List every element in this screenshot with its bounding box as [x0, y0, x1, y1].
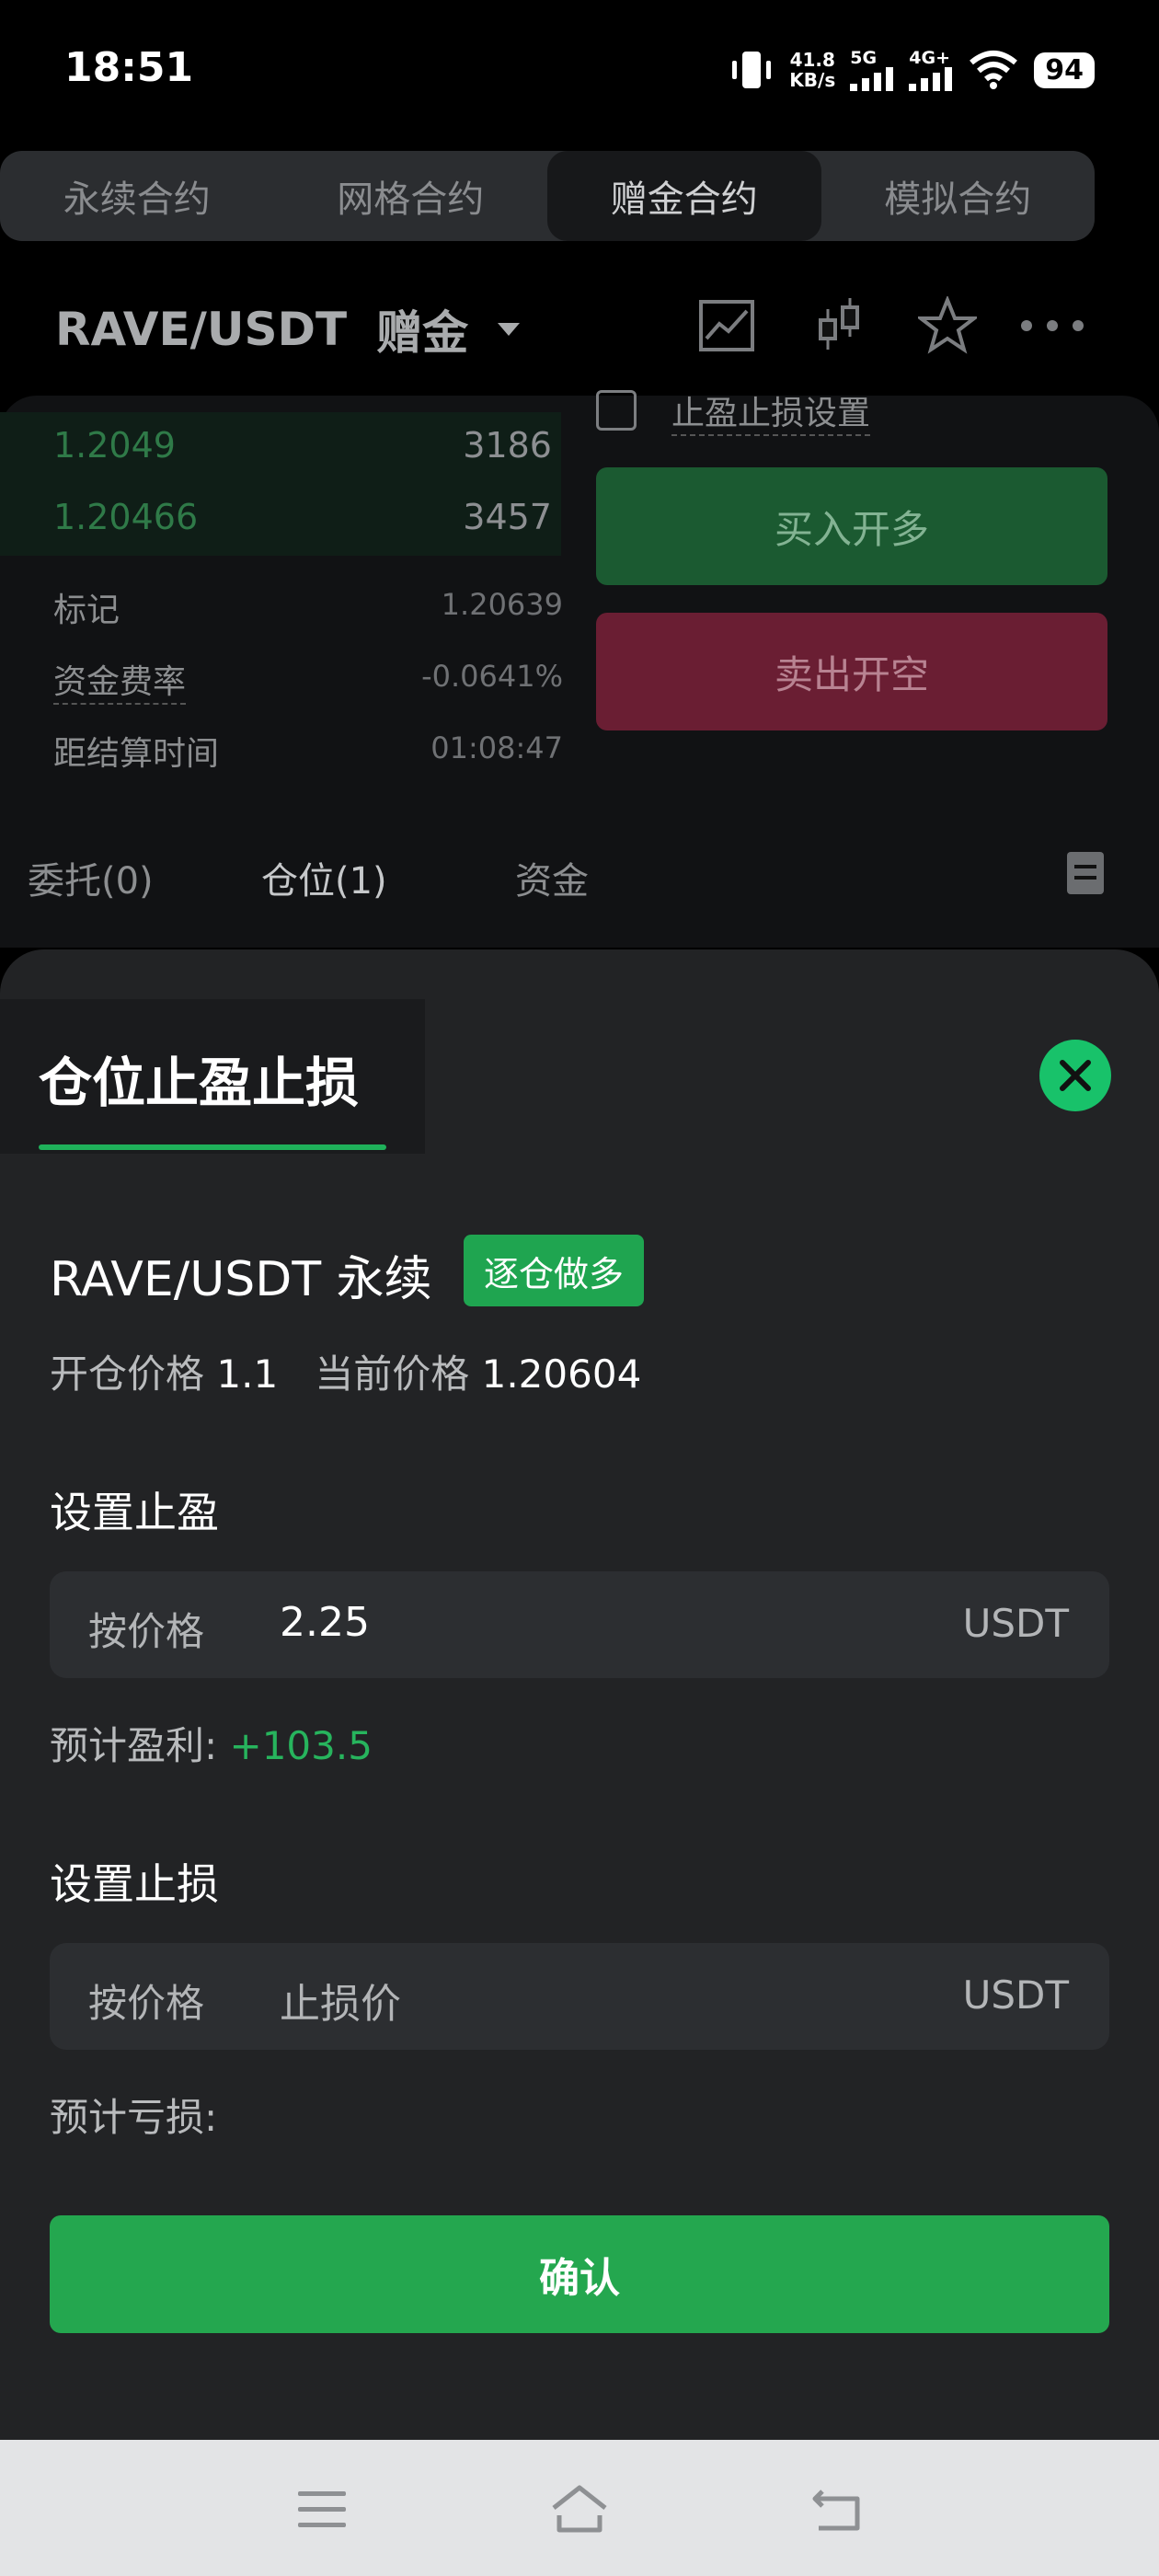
current-price-value: 1.20604 [481, 1351, 642, 1397]
close-button[interactable] [1039, 1040, 1111, 1111]
home-icon[interactable] [550, 2484, 609, 2536]
funding-rate-label[interactable]: 资金费率 [53, 655, 187, 705]
contract-tabs: 永续合约 网格合约 赠金合约 模拟合约 [0, 151, 1095, 241]
tab-positions[interactable]: 仓位(1) [261, 851, 387, 904]
status-time: 18:51 [64, 44, 194, 91]
orderbook-qty: 3186 [463, 425, 552, 466]
tab-orders[interactable]: 委托(0) [28, 851, 154, 904]
signal-icon [850, 67, 894, 91]
tab-perpetual[interactable]: 永续合约 [0, 151, 274, 241]
net-type-1: 5G [850, 48, 878, 68]
stop-loss-unit: USDT [962, 1972, 1069, 2018]
price-line: 开仓价格 1.1 当前价格 1.20604 [50, 1343, 641, 1399]
orderbook-qty: 3457 [463, 497, 552, 537]
vibrate-icon [732, 52, 772, 88]
settlement-time-label: 距结算时间 [53, 735, 220, 773]
estimated-loss: 预计亏损: [50, 2087, 217, 2143]
menu-icon[interactable] [294, 2484, 350, 2536]
tpsl-setting-label[interactable]: 止盈止损设置 [671, 386, 871, 436]
title-underline [39, 1144, 386, 1150]
stop-loss-input[interactable]: 按价格 止损价 USDT [50, 1943, 1109, 2050]
tab-bonus[interactable]: 赠金合约 [547, 151, 821, 241]
stop-loss-title: 设置止损 [50, 1859, 219, 1909]
funding-rate-value: -0.0641% [421, 659, 563, 694]
star-icon[interactable] [918, 296, 977, 355]
close-icon [1060, 1060, 1091, 1091]
net-type-2: 4G+ [909, 48, 950, 68]
battery-indicator: 94 [1034, 52, 1095, 88]
signal-4g: 4G+ [909, 49, 953, 91]
stop-loss-price-placeholder[interactable]: 止损价 [280, 1971, 401, 2030]
position-name: RAVE/USDT 永续 [50, 1252, 432, 1307]
tab-demo[interactable]: 模拟合约 [821, 151, 1096, 241]
confirm-button[interactable]: 确认 [50, 2215, 1109, 2333]
take-profit-price[interactable]: 2.25 [280, 1599, 370, 1646]
mark-label: 标记 [53, 592, 120, 629]
stop-loss-mode[interactable]: 按价格 [88, 1972, 204, 2029]
open-price-value: 1.1 [216, 1351, 279, 1397]
position-badge: 逐仓做多 [464, 1235, 645, 1306]
document-icon[interactable] [1065, 850, 1106, 896]
sheet-title: 仓位止盈止损 [39, 1052, 360, 1114]
estimated-profit: 预计盈利: +103.5 [50, 1715, 373, 1771]
orderbook-price: 1.2049 [53, 425, 176, 466]
open-price-label: 开仓价格 [50, 1351, 205, 1397]
orderbook-price: 1.20466 [53, 497, 199, 537]
estimated-profit-label: 预计盈利: [50, 1723, 218, 1768]
dropdown-caret-icon [498, 323, 521, 336]
pair-symbol: RAVE/USDT [55, 303, 348, 356]
more-icon[interactable] [1017, 296, 1087, 355]
status-icons: 41.8 KB/s 5G 4G+ 94 [729, 48, 1095, 92]
pair-selector[interactable]: RAVE/USDT 赠金 [55, 296, 521, 362]
mark-value: 1.20639 [441, 587, 563, 622]
sell-short-button[interactable]: 卖出开空 [596, 613, 1107, 730]
take-profit-unit: USDT [962, 1601, 1069, 1646]
take-profit-mode[interactable]: 按价格 [88, 1601, 204, 1657]
current-price-label: 当前价格 [315, 1351, 470, 1397]
tab-assets[interactable]: 资金 [515, 851, 589, 904]
pair-tag: 赠金 [376, 306, 469, 360]
tab-grid[interactable]: 网格合约 [274, 151, 548, 241]
take-profit-title: 设置止盈 [50, 1488, 219, 1537]
take-profit-input[interactable]: 按价格 2.25 USDT [50, 1571, 1109, 1678]
candlestick-icon[interactable] [809, 296, 868, 355]
signal-5g: 5G [850, 49, 894, 91]
settlement-time-value: 01:08:47 [430, 730, 563, 765]
wifi-icon [970, 51, 1018, 89]
net-speed: 41.8 KB/s [789, 50, 835, 90]
net-speed-unit: KB/s [789, 69, 836, 91]
signal-icon [909, 67, 953, 91]
estimated-loss-label: 预计亏损: [50, 2095, 218, 2140]
estimated-profit-value: +103.5 [229, 1723, 373, 1768]
net-speed-value: 41.8 [789, 49, 835, 71]
chart-icon[interactable] [697, 296, 756, 355]
tpsl-checkbox[interactable] [596, 390, 637, 431]
back-icon[interactable] [809, 2484, 865, 2536]
buy-long-button[interactable]: 买入开多 [596, 467, 1107, 585]
